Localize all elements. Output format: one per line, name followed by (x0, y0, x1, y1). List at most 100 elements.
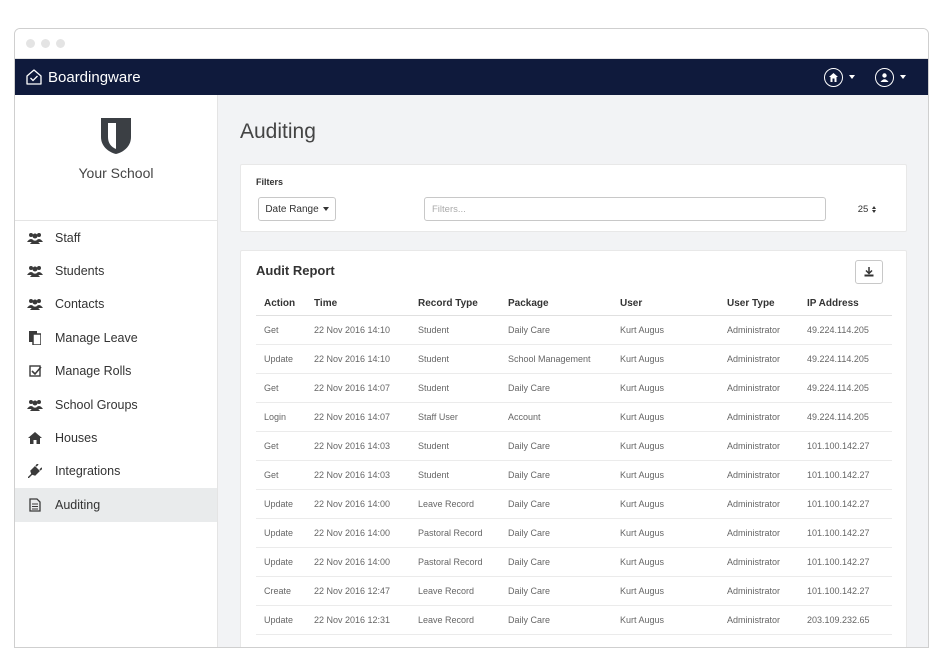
table-row[interactable]: Update 22 Nov 2016 14:00 Pastoral Record Da… (256, 547, 892, 577)
sidebar-item-school-groups[interactable]: School Groups (15, 388, 217, 421)
report-title: Audit Report (256, 263, 335, 278)
column-header-time[interactable]: Time (306, 293, 410, 316)
table-cell: 22 Nov 2016 14:10 (306, 315, 410, 345)
table-row[interactable]: Update 22 Nov 2016 14:10 Student School Man… (256, 344, 892, 374)
column-header-package[interactable]: Package (500, 293, 612, 316)
table-cell: Administrator (719, 489, 799, 519)
table-row[interactable]: Get 22 Nov 2016 14:03 Student Daily Care Kur… (256, 431, 892, 461)
table-row[interactable]: Get 22 Nov 2016 14:03 Student Daily Care Kur… (256, 460, 892, 490)
window-minimize-dot[interactable] (41, 39, 50, 48)
sidebar-item-manage-rolls[interactable]: Manage Rolls (15, 355, 217, 388)
column-header-ip-address[interactable]: IP Address (799, 293, 892, 316)
select-arrows-icon (872, 205, 877, 213)
table-cell: 22 Nov 2016 14:10 (306, 344, 410, 374)
table-cell: Account (500, 402, 612, 432)
chevron-down-icon (849, 75, 855, 79)
sidebar-item-label: Contacts (55, 297, 105, 312)
table-cell: Kurt Augus (612, 547, 719, 577)
top-navbar: Boardingware (15, 59, 928, 95)
table-cell: 22 Nov 2016 14:07 (306, 373, 410, 403)
column-header-action[interactable]: Action (256, 293, 306, 316)
page-size-select[interactable]: 25 (851, 197, 883, 221)
table-cell: 203.109.232.65 (799, 605, 892, 635)
table-cell: Update (256, 605, 306, 635)
sidebar-item-contacts[interactable]: Contacts (15, 288, 217, 321)
table-cell: Daily Care (500, 605, 612, 635)
download-button[interactable] (855, 260, 883, 284)
column-header-user[interactable]: User (612, 293, 719, 316)
table-row[interactable]: Create 22 Nov 2016 12:47 Leave Record Daily… (256, 576, 892, 606)
user-menu[interactable] (875, 67, 906, 87)
browser-window: Boardingware Your School Staff Students … (14, 28, 929, 648)
sidebar-item-integrations[interactable]: Integrations (15, 455, 217, 488)
table-cell: Daily Care (500, 489, 612, 519)
column-header-record-type[interactable]: Record Type (410, 293, 500, 316)
brand-name: Boardingware (48, 68, 141, 86)
filter-input[interactable] (424, 197, 826, 221)
table-cell: Daily Care (500, 547, 612, 577)
sidebar-item-students[interactable]: Students (15, 254, 217, 287)
file-icon (27, 498, 43, 512)
table-cell: 101.100.142.27 (799, 431, 892, 461)
documents-icon (27, 330, 43, 345)
checkbox-icon (27, 364, 43, 378)
table-row[interactable]: Update 22 Nov 2016 14:00 Leave Record Daily… (256, 489, 892, 519)
window-close-dot[interactable] (26, 39, 35, 48)
table-cell: Kurt Augus (612, 344, 719, 374)
column-header-user-type[interactable]: User Type (719, 293, 799, 316)
table-row[interactable]: Get 22 Nov 2016 14:07 Student Daily Care Kur… (256, 373, 892, 403)
sidebar-item-label: School Groups (55, 397, 138, 412)
brand[interactable]: Boardingware (25, 68, 141, 86)
table-cell: Administrator (719, 605, 799, 635)
table-cell: 101.100.142.27 (799, 576, 892, 606)
table-cell: Daily Care (500, 576, 612, 606)
chevron-down-icon (322, 207, 329, 211)
table-row[interactable]: Update 22 Nov 2016 14:00 Pastoral Record Da… (256, 518, 892, 548)
download-icon (864, 267, 874, 277)
table-cell: School Management (500, 344, 612, 374)
page-size-value: 25 (857, 203, 869, 215)
table-cell: Administrator (719, 576, 799, 606)
table-cell: Update (256, 518, 306, 548)
table-cell: Administrator (719, 518, 799, 548)
sidebar-item-auditing[interactable]: Auditing (15, 488, 217, 522)
table-cell: 101.100.142.27 (799, 547, 892, 577)
table-cell: Kurt Augus (612, 460, 719, 490)
table-cell: 49.224.114.205 (799, 344, 892, 374)
sidebar-item-label: Students (55, 264, 105, 279)
table-cell: Leave Record (410, 576, 500, 606)
sidebar-item-label: Staff (55, 230, 81, 245)
table-cell: Kurt Augus (612, 315, 719, 345)
table-cell: Administrator (719, 402, 799, 432)
table-row[interactable]: Login 22 Nov 2016 14:07 Staff User Account K… (256, 402, 892, 432)
table-cell: Kurt Augus (612, 518, 719, 548)
main-content: Auditing Filters Date Range 25 Audit Rep… (218, 95, 928, 647)
table-cell: 22 Nov 2016 12:31 (306, 605, 410, 635)
sidebar-item-houses[interactable]: Houses (15, 421, 217, 454)
school-name: Your School (78, 165, 154, 181)
sidebar: Your School Staff Students Contacts Mana… (15, 95, 218, 647)
table-cell: 22 Nov 2016 12:47 (306, 576, 410, 606)
school-menu[interactable] (824, 67, 855, 87)
table-cell: Student (410, 315, 500, 345)
window-maximize-dot[interactable] (56, 39, 65, 48)
sidebar-item-manage-leave[interactable]: Manage Leave (15, 321, 217, 354)
table-cell: Student (410, 373, 500, 403)
school-header: Your School (15, 117, 217, 221)
table-cell: Update (256, 489, 306, 519)
table-cell: Update (256, 344, 306, 374)
table-cell: Administrator (719, 344, 799, 374)
table-row[interactable]: Get 22 Nov 2016 14:10 Student Daily Care Kur… (256, 315, 892, 345)
table-row[interactable]: Update 22 Nov 2016 12:31 Leave Record Daily… (256, 605, 892, 635)
user-avatar-icon (875, 67, 894, 87)
table-cell: 22 Nov 2016 14:00 (306, 518, 410, 548)
table-cell: Administrator (719, 460, 799, 490)
date-range-dropdown[interactable]: Date Range (258, 197, 336, 221)
table-cell: 101.100.142.27 (799, 518, 892, 548)
users-icon (27, 264, 43, 278)
table-cell: Create (256, 576, 306, 606)
table-cell: Daily Care (500, 460, 612, 490)
sidebar-item-label: Manage Leave (55, 330, 138, 345)
sidebar-item-staff[interactable]: Staff (15, 221, 217, 254)
table-cell: Administrator (719, 373, 799, 403)
